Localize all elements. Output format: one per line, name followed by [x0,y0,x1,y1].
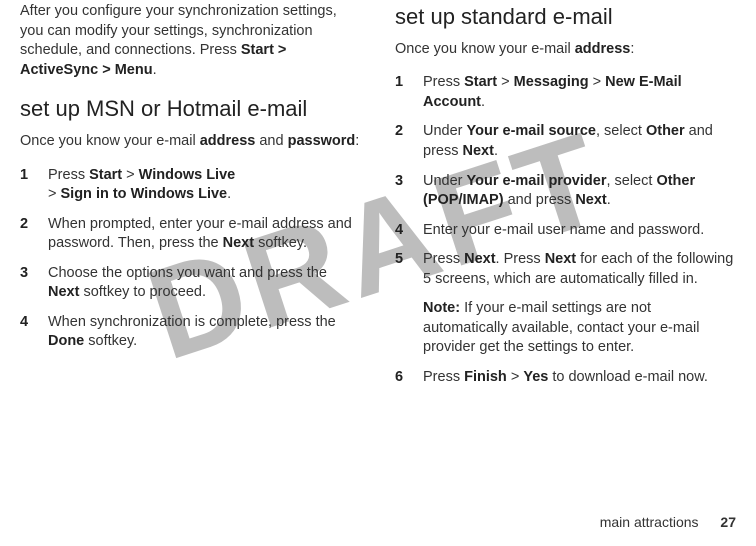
ui-label: Your e-mail provider [467,173,607,189]
ui-label: Finish [464,369,507,385]
text: to download e-mail now. [548,369,708,385]
step-number: 2 [20,215,34,254]
text: . [494,143,498,159]
ui-label: Start [464,74,497,90]
step-body: Press Finish > Yes to download e-mail no… [423,368,736,388]
list-item: 2 When prompted, enter your e-mail addre… [20,215,361,254]
step-number: 2 [395,122,409,161]
page-footer: main attractions 27 [600,513,736,532]
left-know-address: address [200,133,256,149]
step-body: Press Start > Windows Live > Sign in to … [48,166,361,205]
note-text: If your e-mail settings are not automati… [423,300,699,355]
text: . Press [496,251,545,267]
step-number: 3 [395,172,409,211]
left-know-before: Once you know your e-mail [20,133,200,149]
intro-paragraph: After you configure your synchronization… [20,2,361,80]
step-body: Press Start > Messaging > New E-Mail Acc… [423,73,736,112]
intro-text: After you configure your synchronization… [20,3,337,58]
list-item: 4 When synchronization is complete, pres… [20,313,361,352]
text: . [607,192,611,208]
step-number: 3 [20,264,34,303]
ui-label: Next [223,235,254,251]
list-item: 4 Enter your e-mail user name and passwo… [395,221,736,241]
list-item: 6 Press Finish > Yes to download e-mail … [395,368,736,388]
right-know-before: Once you know your e-mail [395,41,575,57]
text: Under [423,123,467,139]
right-heading: set up standard e-mail [395,2,736,32]
sep: > [48,186,61,202]
ui-label: Next [545,251,576,267]
text: softkey. [254,235,307,251]
text: Press [48,167,89,183]
list-item: 1 Press Start > Messaging > New E-Mail A… [395,73,736,112]
step-body: Enter your e-mail user name and password… [423,221,736,241]
right-know-line: Once you know your e-mail address: [395,40,736,60]
left-steps: 1 Press Start > Windows Live > Sign in t… [20,166,361,353]
right-know-address: address [575,41,631,57]
step-number: 6 [395,368,409,388]
step-body: Press Next. Press Next for each of the f… [423,250,736,289]
ui-label: Start [89,167,122,183]
text: and press [504,192,576,208]
ui-label: Your e-mail source [467,123,596,139]
list-item: 1 Press Start > Windows Live > Sign in t… [20,166,361,205]
page-content: After you configure your synchronization… [0,0,756,398]
intro-end: . [153,62,157,78]
note-paragraph: Note: If your e-mail settings are not au… [423,299,736,358]
ui-label: Sign in to Windows Live [61,186,228,202]
note-label: Note: [423,300,460,316]
list-item: 5 Press Next. Press Next for each of the… [395,250,736,289]
ui-label: Next [575,192,606,208]
text: softkey to proceed. [79,284,206,300]
right-know-after: : [630,41,634,57]
ui-label: Next [48,284,79,300]
footer-page-number: 27 [720,514,736,530]
step-body: When prompted, enter your e-mail address… [48,215,361,254]
sep: > [507,369,524,385]
step-body: Under Your e-mail provider, select Other… [423,172,736,211]
left-heading: set up MSN or Hotmail e-mail [20,94,361,124]
sep: > [589,74,606,90]
step-number: 4 [395,221,409,241]
ui-label: Done [48,333,84,349]
text: softkey. [84,333,137,349]
left-know-after: : [355,133,359,149]
step-number: 1 [395,73,409,112]
ui-label: Yes [523,369,548,385]
ui-label: Messaging [514,74,589,90]
step-number: 5 [395,250,409,289]
footer-section: main attractions [600,514,699,530]
step-number: 4 [20,313,34,352]
text: Under [423,173,467,189]
list-item: 3 Choose the options you want and press … [20,264,361,303]
right-steps: 1 Press Start > Messaging > New E-Mail A… [395,73,736,289]
list-item: 3 Under Your e-mail provider, select Oth… [395,172,736,211]
left-column: After you configure your synchronization… [20,2,361,398]
text: Choose the options you want and press th… [48,265,327,281]
ui-label: Windows Live [139,167,236,183]
sep: > [122,167,139,183]
ui-label: Next [464,251,495,267]
text: Press [423,251,464,267]
left-know-password: password [288,133,356,149]
step-body: Choose the options you want and press th… [48,264,361,303]
ui-label: Next [463,143,494,159]
left-know-mid: and [255,133,287,149]
step-body: Under Your e-mail source, select Other a… [423,122,736,161]
step-body: When synchronization is complete, press … [48,313,361,352]
text: , select [596,123,646,139]
text: , select [606,173,656,189]
text: When synchronization is complete, press … [48,314,336,330]
text: . [481,94,485,110]
text: Press [423,369,464,385]
sep: > [497,74,514,90]
text: Press [423,74,464,90]
right-column: set up standard e-mail Once you know you… [395,2,736,398]
left-know-line: Once you know your e-mail address and pa… [20,132,361,152]
text: . [227,186,231,202]
list-item: 2 Under Your e-mail source, select Other… [395,122,736,161]
step-number: 1 [20,166,34,205]
ui-label: Other [646,123,685,139]
right-steps-continued: 6 Press Finish > Yes to download e-mail … [395,368,736,388]
